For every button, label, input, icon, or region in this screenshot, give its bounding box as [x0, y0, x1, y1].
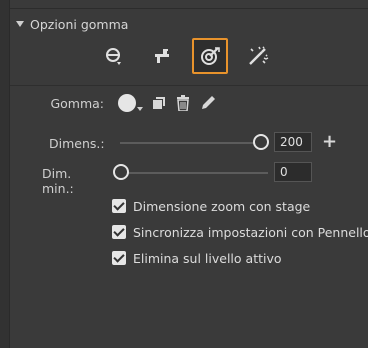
- option-label: Dimensione zoom con stage: [133, 198, 311, 214]
- tool-eraser-magic[interactable]: [240, 38, 276, 74]
- erase-strokes-icon: [201, 47, 220, 65]
- min-size-label: Dim. min.:: [42, 166, 74, 196]
- square-shape-icon[interactable]: [152, 96, 166, 110]
- tool-faucet-erase[interactable]: [96, 38, 132, 74]
- option-erase-active-layer[interactable]: Elimina sul livello attivo: [112, 250, 282, 266]
- checkbox[interactable]: [112, 199, 126, 213]
- eraser-label: Gomma:: [50, 96, 104, 111]
- checkbox[interactable]: [112, 251, 126, 265]
- eraser-options-panel: Opzioni gomma Gomma: Dimens.: 200 + Dim.…: [0, 0, 368, 348]
- brush-shape-icon[interactable]: [116, 93, 143, 113]
- option-label: Sincronizza impostazioni con Pennello: [133, 224, 368, 240]
- section-title: Opzioni gomma: [30, 16, 129, 32]
- size-slider-thumb[interactable]: [253, 134, 269, 150]
- divider: [10, 8, 368, 9]
- eraser-faucet-icon: [155, 49, 169, 63]
- pencil-icon[interactable]: [200, 95, 216, 111]
- option-label: Elimina sul livello attivo: [133, 250, 282, 266]
- size-input[interactable]: 200: [274, 132, 312, 152]
- min-size-input[interactable]: 0: [274, 162, 312, 182]
- checkbox[interactable]: [112, 225, 126, 239]
- size-slider-track[interactable]: [120, 142, 268, 144]
- add-size-button[interactable]: +: [322, 133, 337, 151]
- size-label: Dimens.:: [49, 136, 105, 151]
- divider: [10, 85, 368, 86]
- faucet-erase-icon: [106, 48, 121, 65]
- min-size-slider-thumb[interactable]: [113, 164, 129, 180]
- eraser-magic-icon: [249, 46, 269, 65]
- panel-left-strip: [0, 0, 10, 348]
- option-zoom-with-stage[interactable]: Dimensione zoom con stage: [112, 198, 310, 214]
- option-sync-brush-settings[interactable]: Sincronizza impostazioni con Pennello: [112, 224, 368, 240]
- tool-erase-strokes[interactable]: [192, 38, 228, 74]
- min-size-slider-track[interactable]: [120, 172, 268, 174]
- section-header[interactable]: Opzioni gomma: [16, 16, 128, 32]
- trash-icon[interactable]: [176, 95, 190, 111]
- collapse-triangle-icon[interactable]: [16, 21, 24, 27]
- eraser-mode-toolbar: [96, 36, 288, 76]
- eraser-shape-controls: [116, 92, 216, 114]
- tool-eraser-faucet[interactable]: [144, 38, 180, 74]
